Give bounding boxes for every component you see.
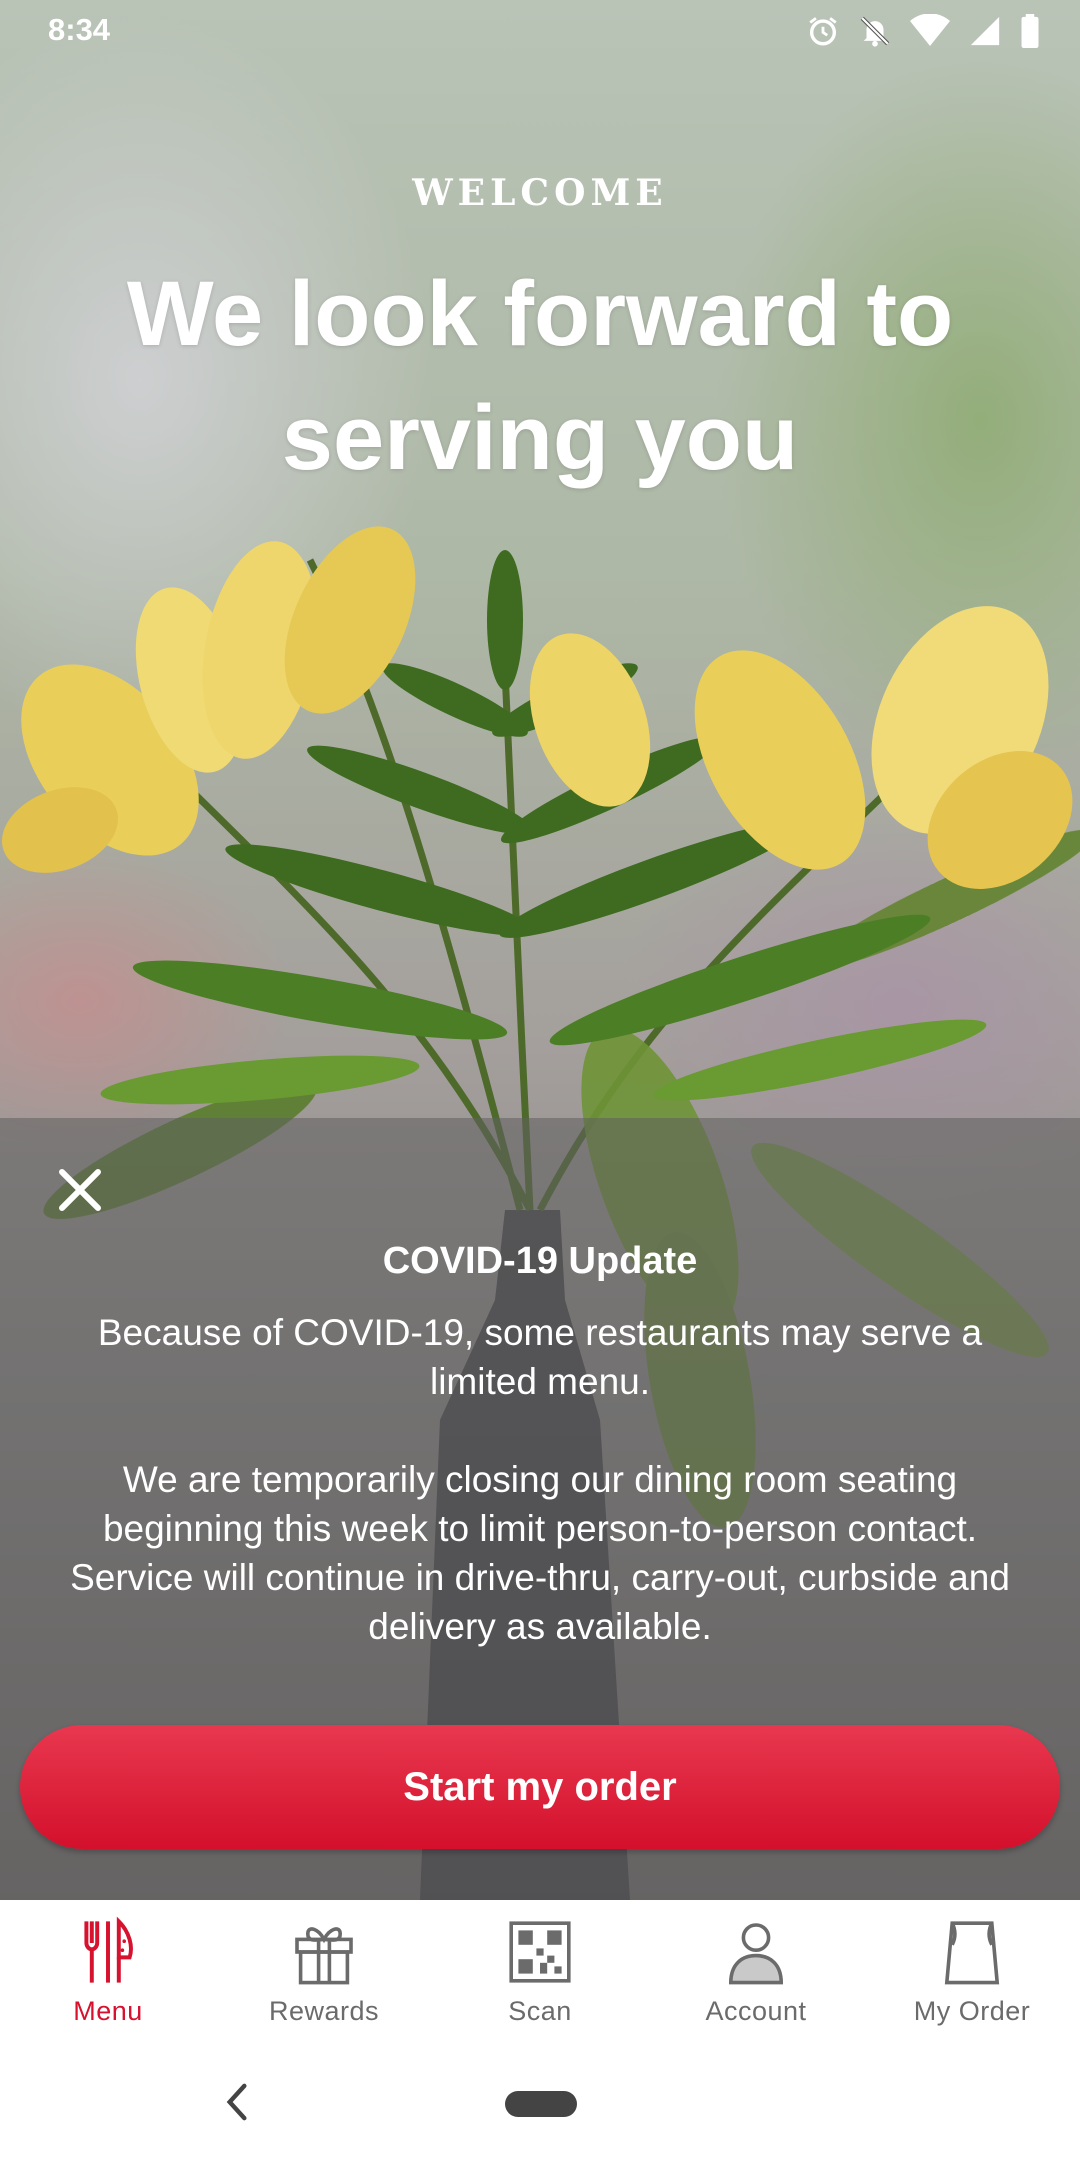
- tab-rewards-label: Rewards: [268, 1996, 380, 2026]
- notifications-off-icon: [860, 16, 890, 47]
- tab-menu-label: Menu: [73, 1996, 143, 2026]
- utensils-icon: [84, 1916, 133, 1983]
- tab-account[interactable]: Account: [648, 1900, 864, 2040]
- covid-notice-paragraph-1: Because of COVID-19, some restaurants ma…: [97, 1312, 983, 1402]
- status-time: 8:34: [48, 12, 111, 47]
- hero-headline: We look forward to serving you: [126, 263, 954, 489]
- close-icon[interactable]: [56, 1166, 104, 1214]
- tab-scan[interactable]: Scan: [432, 1900, 648, 2040]
- covid-notice-paragraph-2: We are temporarily closing our dining ro…: [70, 1459, 1010, 1647]
- gift-icon: [295, 1927, 353, 1985]
- alarm-icon: [809, 17, 837, 46]
- tab-menu[interactable]: Menu: [0, 1900, 216, 2040]
- bag-icon: [944, 1921, 1000, 1985]
- tab-scan-label: Scan: [508, 1996, 572, 2026]
- qr-code-icon: [509, 1921, 571, 1983]
- tab-account-label: Account: [705, 1996, 807, 2026]
- covid-notice-title: COVID-19 Update: [382, 1240, 698, 1282]
- signal-icon: [970, 16, 1000, 46]
- status-bar: 8:34: [0, 0, 1080, 60]
- person-icon: [728, 1923, 784, 1985]
- battery-icon: [1021, 14, 1039, 48]
- tab-my-order-label: My Order: [913, 1996, 1031, 2026]
- bottom-tab-bar: Menu Rewards Scan Account My Order: [0, 1900, 1080, 2040]
- status-icons: [806, 14, 1040, 48]
- start-order-button[interactable]: Start my order: [20, 1725, 1060, 1849]
- wifi-icon: [910, 14, 950, 46]
- tab-rewards[interactable]: Rewards: [216, 1900, 432, 2040]
- tab-my-order[interactable]: My Order: [864, 1900, 1080, 2040]
- back-icon[interactable]: [222, 2080, 252, 2124]
- welcome-eyebrow: WELCOME: [412, 172, 668, 214]
- home-pill[interactable]: [505, 2091, 577, 2117]
